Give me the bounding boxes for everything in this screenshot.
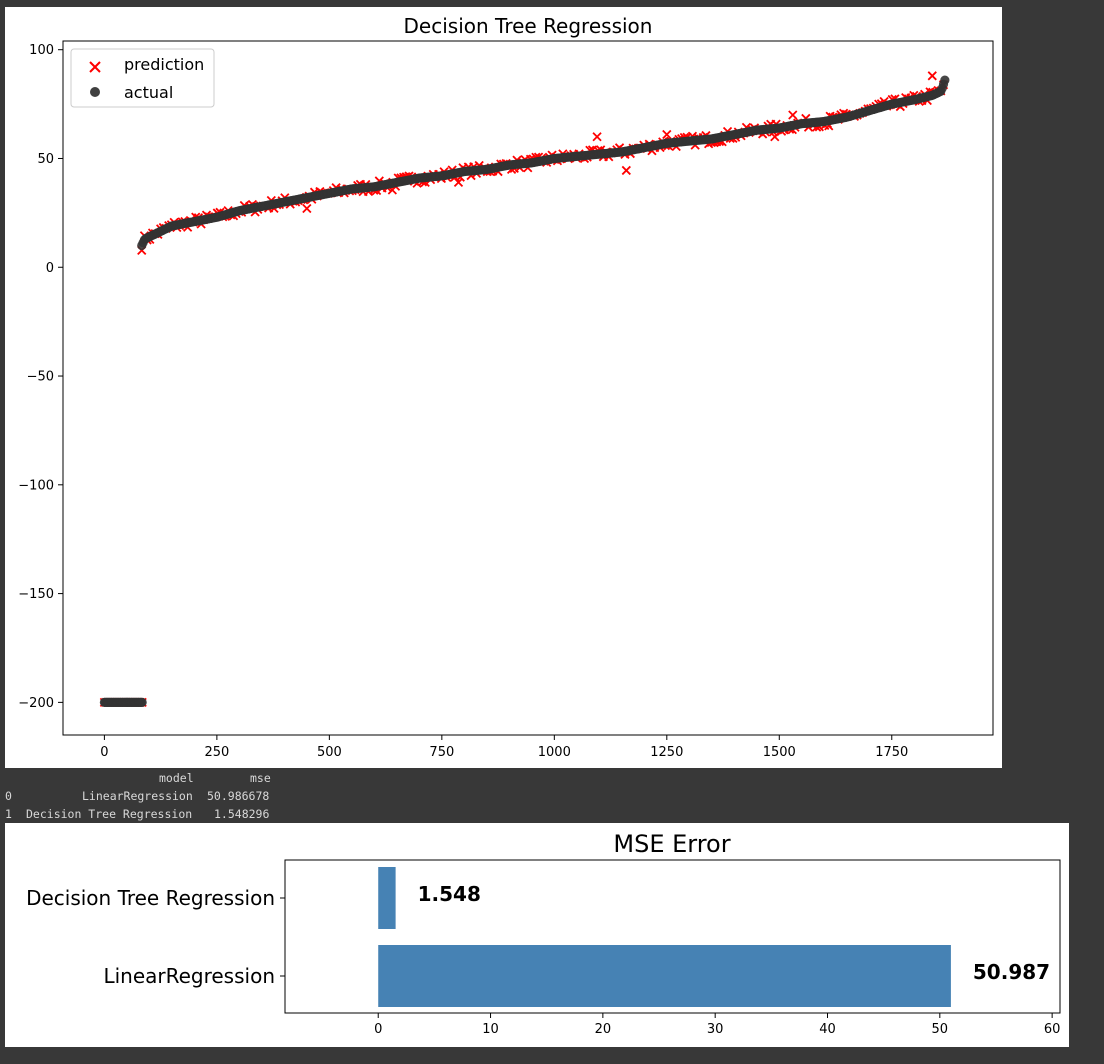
x-tick-label: 250 (204, 745, 229, 760)
bar-chart-panel: MSE Error 0 10 20 30 40 50 60 LinearRegression… (5, 823, 1069, 1047)
dataframe-index: 1 (5, 807, 12, 821)
legend-circle-marker-icon (90, 87, 100, 97)
legend-label-actual: actual (124, 83, 173, 102)
y-tick-label: 100 (29, 43, 54, 58)
y-tick-label: 0 (46, 261, 54, 276)
x-tick-label: 1500 (763, 745, 796, 760)
bar-value-label: 1.548 (418, 882, 481, 906)
actual-point (137, 697, 147, 707)
dataframe-row: 1 Decision Tree Regression 1.548296 (5, 805, 305, 823)
dataframe-cell-mse: 1.548296 (214, 807, 270, 821)
y-tick-label: −200 (18, 696, 54, 711)
x-tick-label: 20 (595, 1022, 612, 1037)
dataframe-cell-mse: 50.986678 (207, 789, 270, 803)
bar (378, 945, 951, 1007)
scatter-plot-area (62, 40, 994, 736)
bar-chart-title: MSE Error (613, 830, 730, 858)
x-tick-label: 30 (707, 1022, 724, 1037)
dataframe-index: 0 (5, 789, 12, 803)
scatter-legend: prediction actual (70, 48, 215, 108)
actual-point (940, 75, 950, 85)
dataframe-header-mse: mse (250, 771, 271, 785)
x-tick-label: 40 (819, 1022, 836, 1037)
y-category-label: LinearRegression (103, 964, 275, 988)
x-tick-label: 0 (374, 1022, 382, 1037)
y-category-label: Decision Tree Regression (26, 886, 275, 910)
dataframe-header-model: model (159, 771, 194, 785)
x-tick-label: 1750 (875, 745, 908, 760)
scatter-chart: Decision Tree Regression 0 250 500 750 1000 1… (18, 14, 994, 760)
dataframe-cell-model: LinearRegression (82, 789, 193, 803)
bar-x-axis: 0 10 20 30 40 50 60 (374, 1013, 1060, 1037)
x-tick-label: 60 (1044, 1022, 1061, 1037)
dataframe-output: model mse 0 LinearRegression 50.986678 1… (5, 769, 305, 823)
bar (378, 867, 396, 929)
dataframe-row: 0 LinearRegression 50.986678 (5, 787, 305, 805)
y-tick-label: −100 (18, 478, 54, 493)
x-tick-label: 0 (100, 745, 108, 760)
legend-label-prediction: prediction (124, 55, 204, 74)
x-tick-label: 500 (317, 745, 342, 760)
x-tick-label: 50 (932, 1022, 949, 1037)
dataframe-header-row: model mse (5, 769, 305, 787)
dataframe-cell-model: Decision Tree Regression (26, 807, 193, 821)
y-tick-label: −150 (18, 587, 54, 602)
y-tick-label: 50 (37, 152, 54, 167)
scatter-x-axis: 0 250 500 750 1000 1250 1500 1750 (100, 735, 908, 760)
scatter-y-axis: 100 50 0 −50 −100 −150 −200 (18, 43, 63, 711)
x-tick-label: 10 (482, 1022, 499, 1037)
scatter-chart-panel: Decision Tree Regression 0 250 500 750 1000 1… (5, 7, 1002, 768)
x-tick-label: 1000 (538, 745, 571, 760)
x-tick-label: 750 (429, 745, 454, 760)
x-tick-label: 1250 (650, 745, 683, 760)
scatter-chart-title: Decision Tree Regression (404, 14, 653, 38)
bar-chart: MSE Error 0 10 20 30 40 50 60 LinearRegression… (26, 830, 1061, 1037)
bar-value-label: 50.987 (973, 960, 1050, 984)
y-tick-label: −50 (27, 370, 54, 385)
